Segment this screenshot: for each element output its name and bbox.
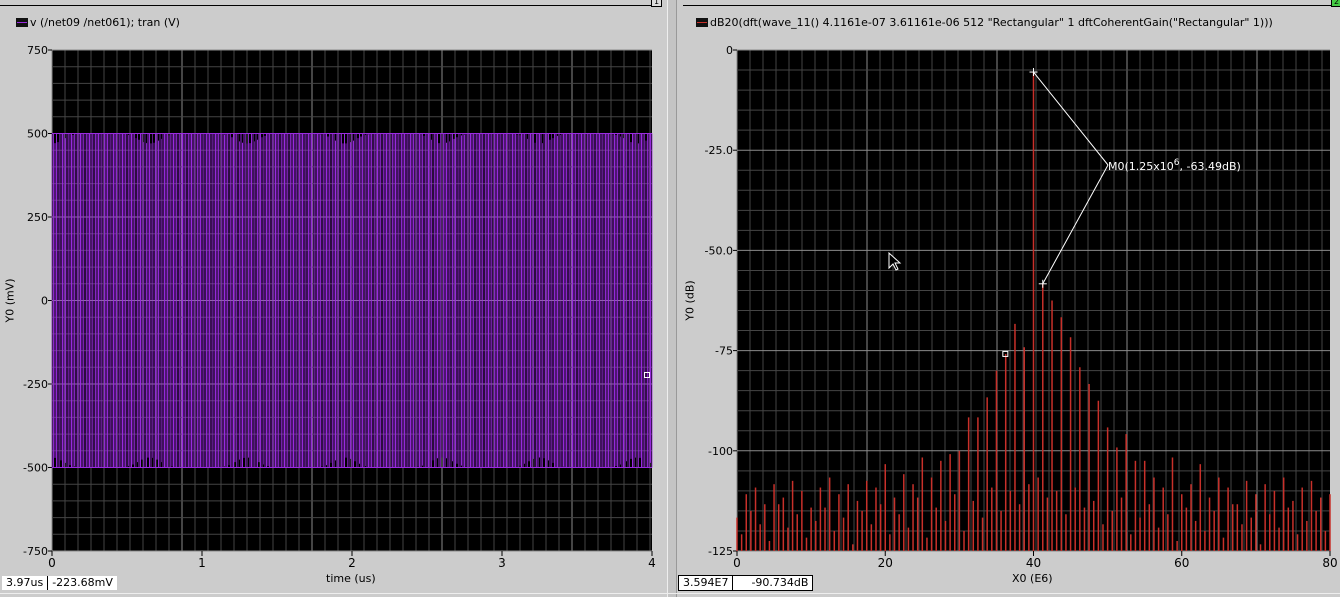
right-y-axis-label: Y0 (dB) (683, 280, 697, 321)
y-tick-label: -250 (23, 378, 48, 391)
y-tick-label: -75 (715, 345, 733, 358)
right-readout-y: -90.734dB (732, 576, 812, 590)
plot-area: 0 20 40 60 80 0 -25.0 -50.0 -75 -100 -125 (705, 44, 1338, 570)
y-tick-label: 0 (41, 295, 48, 308)
x-tick-label: 80 (1322, 556, 1337, 570)
status-divider (0, 593, 1340, 594)
y-tick-label: -500 (23, 462, 48, 475)
waveform-plots[interactable]: 0 1 2 3 47505002500-250-500-7500 20 40 60 800-25… (0, 0, 1340, 597)
left-readout-y: -223.68mV (47, 576, 117, 590)
x-tick-label: 0 (48, 556, 56, 570)
left-readout-x: 3.97us (6, 576, 44, 589)
x-tick-label: 20 (878, 556, 893, 570)
y-tick-label: 250 (27, 211, 48, 224)
y-tick-label: -50.0 (705, 244, 733, 257)
x-tick-label: 0 (733, 556, 741, 570)
x-tick-label: 4 (648, 556, 656, 570)
left-x-axis-label: time (us) (326, 572, 376, 585)
y-tick-label: 0 (726, 44, 733, 57)
x-tick-label: 1 (198, 556, 206, 570)
right-x-axis-label: X0 (E6) (1012, 572, 1053, 585)
x-tick-label: 3 (498, 556, 506, 570)
transient-trace (51, 133, 653, 468)
y-tick-label: -25.0 (705, 144, 733, 157)
y-tick-label: -750 (23, 545, 48, 558)
y-tick-label: 500 (27, 128, 48, 141)
y-tick-label: -125 (708, 545, 733, 558)
x-tick-label: 40 (1026, 556, 1041, 570)
y-tick-label: 750 (27, 44, 48, 57)
x-tick-label: 60 (1174, 556, 1189, 570)
left-y-axis-label: Y0 (mV) (3, 278, 17, 323)
right-cursor-readout: 3.594E7 -90.734dB (678, 575, 814, 591)
right-readout-x: 3.594E7 (683, 576, 729, 589)
y-tick-label: -100 (708, 445, 733, 458)
left-cursor-readout: 3.97us -223.68mV (2, 576, 117, 590)
x-tick-label: 2 (348, 556, 356, 570)
